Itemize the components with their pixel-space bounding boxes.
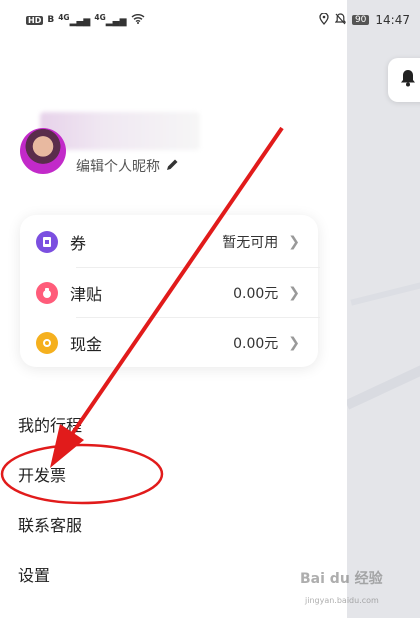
- annotation-circle: [0, 443, 164, 505]
- annotation-overlay: [0, 126, 284, 505]
- annotation-arrow-shaft: [66, 126, 284, 442]
- watermark-brand: Bai du 经验: [300, 571, 383, 587]
- watermark-url: jingyan.baidu.com: [305, 596, 379, 605]
